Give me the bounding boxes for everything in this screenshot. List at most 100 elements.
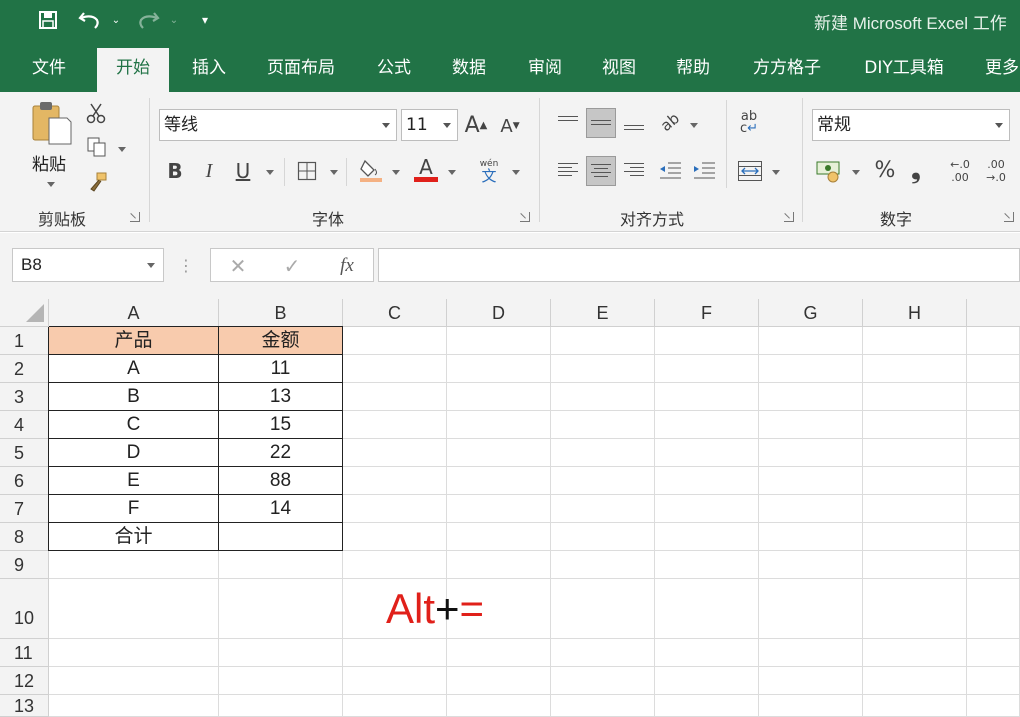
cell[interactable] (219, 579, 343, 639)
orientation-dropdown-icon[interactable] (690, 123, 698, 128)
cell[interactable] (967, 551, 1020, 579)
tab-diy-toolbox[interactable]: DIY工具箱 (850, 44, 958, 92)
cell[interactable] (343, 467, 447, 495)
borders-dropdown-icon[interactable] (330, 170, 338, 175)
cell[interactable] (447, 355, 551, 383)
fill-color-dropdown-icon[interactable] (392, 170, 400, 175)
customize-toolbar-icon[interactable]: ▾ (196, 8, 214, 32)
grow-font-icon[interactable]: A ▲ (464, 111, 488, 139)
redo-icon[interactable] (134, 8, 162, 32)
underline-button[interactable]: U (232, 158, 254, 184)
cell[interactable] (967, 467, 1020, 495)
cell[interactable] (447, 639, 551, 667)
cell[interactable] (551, 439, 655, 467)
undo-icon[interactable] (76, 8, 104, 32)
cell[interactable] (551, 411, 655, 439)
cell[interactable] (967, 523, 1020, 551)
decrease-indent-icon[interactable] (656, 158, 684, 184)
row-header[interactable]: 1 (0, 327, 49, 355)
cell[interactable] (343, 355, 447, 383)
copy-dropdown-icon[interactable] (118, 147, 126, 152)
cell[interactable] (967, 639, 1020, 667)
cell[interactable] (863, 579, 967, 639)
formula-bar-grip-icon[interactable]: ⋮ (178, 252, 194, 278)
format-painter-icon[interactable] (84, 170, 110, 194)
cell[interactable] (759, 523, 863, 551)
cell[interactable] (759, 439, 863, 467)
cell[interactable] (863, 383, 967, 411)
font-launcher-icon[interactable] (520, 212, 530, 222)
row-header[interactable]: 11 (0, 639, 49, 667)
cell[interactable] (49, 579, 219, 639)
cell[interactable] (863, 523, 967, 551)
cell[interactable] (655, 667, 759, 695)
italic-button[interactable]: I (198, 158, 220, 184)
cell[interactable] (343, 383, 447, 411)
cell[interactable] (655, 523, 759, 551)
percent-button[interactable]: % (872, 156, 898, 184)
cell[interactable] (447, 467, 551, 495)
row-header[interactable]: 4 (0, 411, 49, 439)
cell[interactable] (551, 327, 655, 355)
cell[interactable] (447, 523, 551, 551)
cell[interactable]: D (49, 439, 219, 467)
borders-icon[interactable] (296, 160, 318, 182)
column-header[interactable]: D (447, 299, 551, 327)
cell[interactable] (759, 667, 863, 695)
cell[interactable]: 合计 (49, 523, 219, 551)
paste-dropdown-icon[interactable] (47, 182, 55, 187)
phonetic-icon[interactable]: wén 文 (474, 156, 504, 184)
cell[interactable] (759, 383, 863, 411)
cell[interactable] (759, 639, 863, 667)
redo-dropdown-icon[interactable]: ⌄ (168, 8, 180, 32)
row-header[interactable]: 10 (0, 579, 49, 639)
cell[interactable] (967, 383, 1020, 411)
row-header[interactable]: 12 (0, 667, 49, 695)
cell[interactable] (967, 695, 1020, 717)
row-header[interactable]: 7 (0, 495, 49, 523)
tab-ffcell[interactable]: 方方格子 (738, 44, 836, 92)
column-header[interactable]: H (863, 299, 967, 327)
tab-file[interactable]: 文件 (18, 44, 80, 92)
cell[interactable] (759, 495, 863, 523)
cell[interactable] (967, 411, 1020, 439)
row-header[interactable]: 9 (0, 551, 49, 579)
font-size-select[interactable]: 11 (401, 109, 458, 141)
number-launcher-icon[interactable] (1004, 212, 1014, 222)
cell[interactable] (447, 667, 551, 695)
cell[interactable] (863, 355, 967, 383)
cell[interactable] (551, 383, 655, 411)
name-box[interactable]: B8 (12, 248, 164, 282)
cell[interactable]: 88 (219, 467, 343, 495)
cell[interactable] (343, 551, 447, 579)
paste-icon[interactable] (28, 100, 74, 146)
cell[interactable] (863, 327, 967, 355)
cell[interactable] (551, 523, 655, 551)
cell[interactable]: F (49, 495, 219, 523)
cell[interactable] (655, 639, 759, 667)
increase-indent-icon[interactable] (690, 158, 718, 184)
cell[interactable]: 14 (219, 495, 343, 523)
cell[interactable] (343, 695, 447, 717)
cell[interactable] (343, 523, 447, 551)
column-header[interactable]: E (551, 299, 655, 327)
save-icon[interactable] (36, 8, 60, 32)
cell[interactable] (551, 495, 655, 523)
active-cell-b8[interactable] (219, 523, 343, 551)
cell[interactable] (759, 579, 863, 639)
align-right-icon[interactable] (621, 156, 647, 186)
merge-center-icon[interactable] (736, 158, 764, 184)
cell[interactable] (655, 383, 759, 411)
cell[interactable] (551, 695, 655, 717)
row-header[interactable]: 8 (0, 523, 49, 551)
cell[interactable]: E (49, 467, 219, 495)
cell[interactable] (551, 355, 655, 383)
cell[interactable] (655, 495, 759, 523)
cell[interactable] (551, 667, 655, 695)
cell[interactable] (759, 551, 863, 579)
cell[interactable] (49, 551, 219, 579)
row-header[interactable]: 13 (0, 695, 49, 717)
row-header[interactable]: 3 (0, 383, 49, 411)
cell[interactable] (551, 639, 655, 667)
cell[interactable]: B (49, 383, 219, 411)
